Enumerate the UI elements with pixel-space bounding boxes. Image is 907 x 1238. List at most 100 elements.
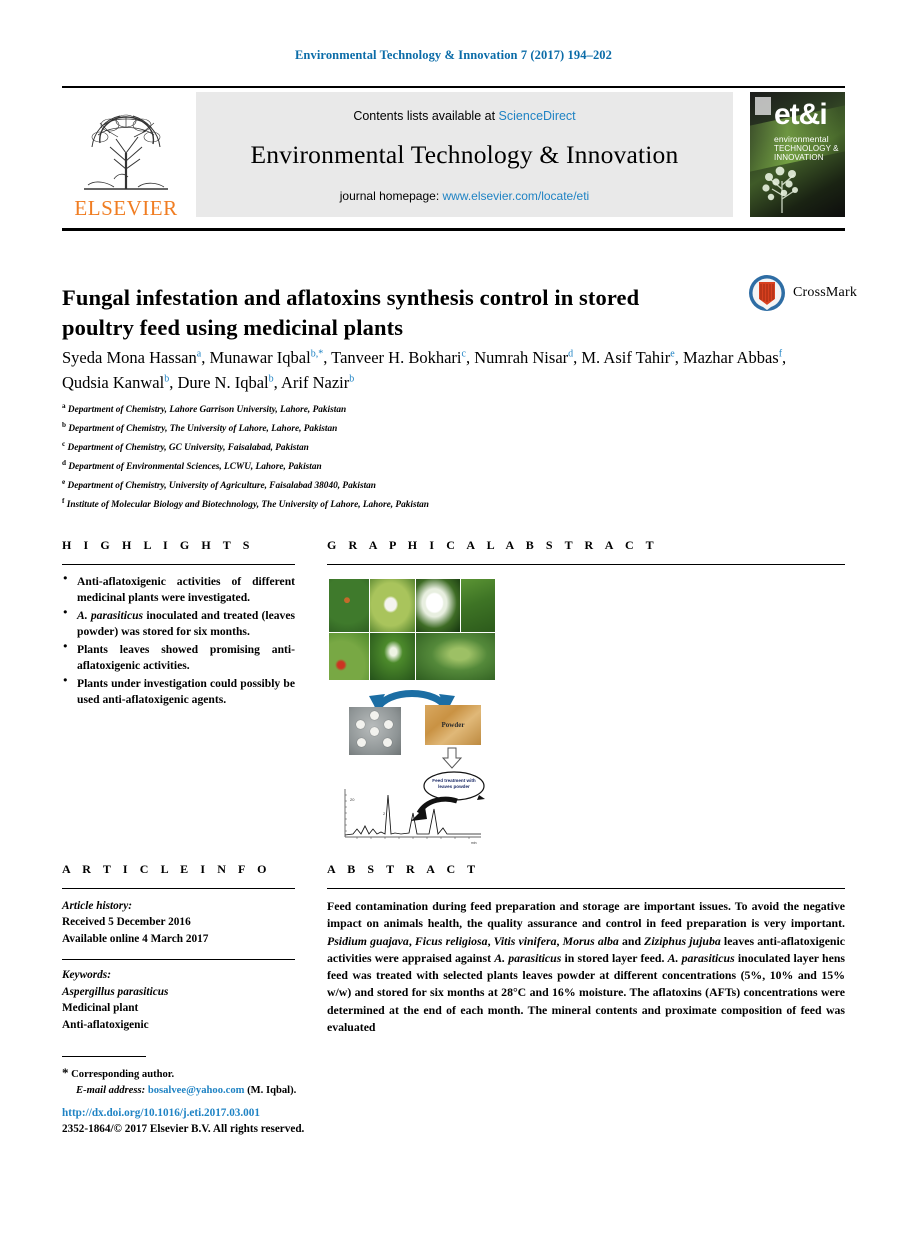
author-name[interactable]: Syeda Mona Hassan: [62, 348, 197, 367]
plant-photo: [329, 633, 369, 680]
highlight-item: Anti-aflatoxigenic activities of differe…: [62, 573, 295, 607]
abstract-body: Feed contamination during feed preparati…: [327, 899, 846, 1034]
homepage-url-link[interactable]: www.elsevier.com/locate/eti: [443, 189, 590, 203]
elsevier-logo: ELSEVIER: [62, 92, 190, 219]
keywords-label: Keywords:: [62, 969, 111, 982]
plant-photo: [416, 633, 495, 680]
petri-disc: [384, 720, 393, 729]
keyword-item[interactable]: Aspergillus parasiticus: [62, 984, 295, 1000]
article-info-heading: A R T I C L E I N F O: [62, 862, 272, 876]
hollow-down-arrow-icon: [441, 747, 463, 769]
corresponding-author-star: *: [62, 1065, 69, 1080]
highlights-list: Anti-aflatoxigenic activities of differe…: [62, 573, 295, 709]
cover-subtitle-line1: environmental: [774, 134, 829, 144]
doi-link[interactable]: http://dx.doi.org/10.1016/j.eti.2017.03.…: [62, 1107, 492, 1119]
article-info-body: Article history: Received 5 December 201…: [62, 898, 295, 1033]
email-owner: (M. Iqbal).: [247, 1085, 297, 1097]
author-affiliation-mark: b,*: [310, 348, 324, 360]
crossmark-badge[interactable]: CrossMark: [748, 272, 858, 314]
corresponding-author-line: * Corresponding author.: [62, 1063, 482, 1083]
abstract-section: A B S T R A C T Feed contamination durin…: [327, 862, 845, 1036]
cover-subtitle-line2: TECHNOLOGY &: [774, 144, 839, 154]
copyright-line: 2352-1864/© 2017 Elsevier B.V. All right…: [62, 1123, 305, 1135]
highlights-section: H I G H L I G H T S Anti-aflatoxigenic a…: [62, 538, 295, 710]
plant-photo: [370, 633, 415, 680]
graphical-abstract-heading: G R A P H I C A L A B S T R A C T: [327, 538, 659, 552]
author-affiliation-mark: d: [568, 348, 574, 360]
crossmark-label: CrossMark: [793, 285, 858, 300]
affiliation-item: f Institute of Molecular Biology and Bio…: [62, 497, 429, 511]
masthead-top-rule: [62, 86, 845, 88]
highlight-item: Plants leaves showed promising anti-afla…: [62, 641, 295, 675]
keywords-list: Aspergillus parasiticus Medicinal plant An…: [62, 984, 295, 1033]
author-name[interactable]: Mazhar Abbas: [683, 348, 779, 367]
journal-cover-image: et&i environmental TECHNOLOGY & INNOVATI…: [750, 92, 845, 217]
author-affiliation-mark: f: [778, 348, 783, 360]
petri-disc: [357, 738, 366, 747]
sciencedirect-link[interactable]: ScienceDirect: [499, 109, 576, 123]
article-available-online-date: Available online 4 March 2017: [62, 932, 209, 945]
plant-photo: [370, 579, 415, 632]
author-name[interactable]: Dure N. Iqbal: [177, 373, 268, 392]
affiliation-item: e Department of Chemistry, University of…: [62, 478, 376, 492]
affiliation-mark: b: [62, 421, 66, 430]
chromatogram-plot: 2 20 min: [344, 789, 481, 845]
article-history-label: Article history:: [62, 900, 132, 912]
svg-text:2: 2: [383, 811, 386, 816]
affiliation-mark: a: [62, 402, 66, 410]
email-label: E-mail address:: [76, 1085, 146, 1097]
author-affiliation-mark: a: [196, 348, 202, 360]
petri-disc: [370, 727, 379, 736]
plant-photo: [416, 579, 460, 632]
author-name[interactable]: Tanveer H. Bokhari: [331, 348, 461, 367]
powder-label: Powder: [441, 721, 465, 729]
author-name[interactable]: Arif Nazir: [281, 373, 349, 392]
leaves-powder-image: Powder: [425, 705, 481, 745]
masthead-bottom-rule: [62, 228, 845, 231]
homepage-prefix: journal homepage:: [339, 188, 440, 203]
journal-masthead: ELSEVIER Contents lists available at Sci…: [62, 92, 845, 219]
author-affiliation-mark: b: [349, 373, 355, 385]
highlight-item: A. parasiticus inoculated and treated (l…: [62, 607, 295, 641]
graphical-abstract-rule: [327, 564, 845, 565]
affiliation-item: c Department of Chemistry, GC University…: [62, 440, 309, 454]
highlights-heading: H I G H L I G H T S: [62, 538, 254, 552]
author-name[interactable]: Numrah Nisar: [474, 348, 568, 367]
author-name[interactable]: Qudsia Kanwal: [62, 373, 164, 392]
article-received-date: Received 5 December 2016: [62, 916, 191, 929]
corresponding-author-note: * Corresponding author. E-mail address: …: [62, 1063, 482, 1100]
keyword-item[interactable]: Medicinal plant: [62, 1000, 295, 1016]
affiliation-mark: f: [62, 497, 65, 506]
affiliation-item: b Department of Chemistry, The Universit…: [62, 421, 338, 435]
author-affiliation-mark: b: [164, 373, 170, 385]
highlight-item: Plants under investigation could possibl…: [62, 675, 295, 709]
article-first-page: Environmental Technology & Innovation 7 …: [0, 0, 907, 1238]
affiliation-mark: e: [62, 478, 66, 487]
article-info-rule: [62, 888, 295, 889]
svg-text:20: 20: [350, 797, 355, 802]
abstract-rule: [327, 888, 845, 889]
cover-badge-icon: [755, 97, 771, 115]
journal-title: Environmental Technology & Innovation: [250, 139, 679, 169]
masthead-center: Contents lists available at ScienceDirec…: [196, 92, 733, 217]
email-link[interactable]: bosalvee@yahoo.com: [148, 1085, 245, 1096]
affiliation-mark: d: [62, 459, 66, 468]
petri-disc: [370, 711, 379, 720]
svg-text:min: min: [471, 841, 477, 845]
running-head: Environmental Technology & Innovation 7 …: [294, 48, 612, 62]
author-name[interactable]: M. Asif Tahir: [581, 348, 670, 367]
abstract-heading: A B S T R A C T: [327, 862, 480, 876]
keyword-item[interactable]: Anti-aflatoxigenic: [62, 1017, 295, 1033]
author-name[interactable]: Munawar Iqbal: [209, 348, 310, 367]
affiliation-list: a Department of Chemistry, Lahore Garris…: [62, 400, 702, 514]
petri-dish-image: [349, 707, 401, 755]
article-info-section: A R T I C L E I N F O Article history: R…: [62, 862, 295, 1033]
petri-disc: [383, 738, 392, 747]
affiliation-item: d Department of Environmental Sciences, …: [62, 459, 322, 473]
graphical-abstract-figure: Powder Feed treatment with leaves powder: [327, 579, 591, 849]
highlights-rule: [62, 564, 295, 565]
author-affiliation-mark: e: [670, 348, 675, 360]
contents-line: Contents lists available at ScienceDirec…: [353, 109, 575, 123]
footnote-rule: [62, 1056, 146, 1057]
corresponding-author-label: Corresponding author.: [71, 1069, 175, 1080]
